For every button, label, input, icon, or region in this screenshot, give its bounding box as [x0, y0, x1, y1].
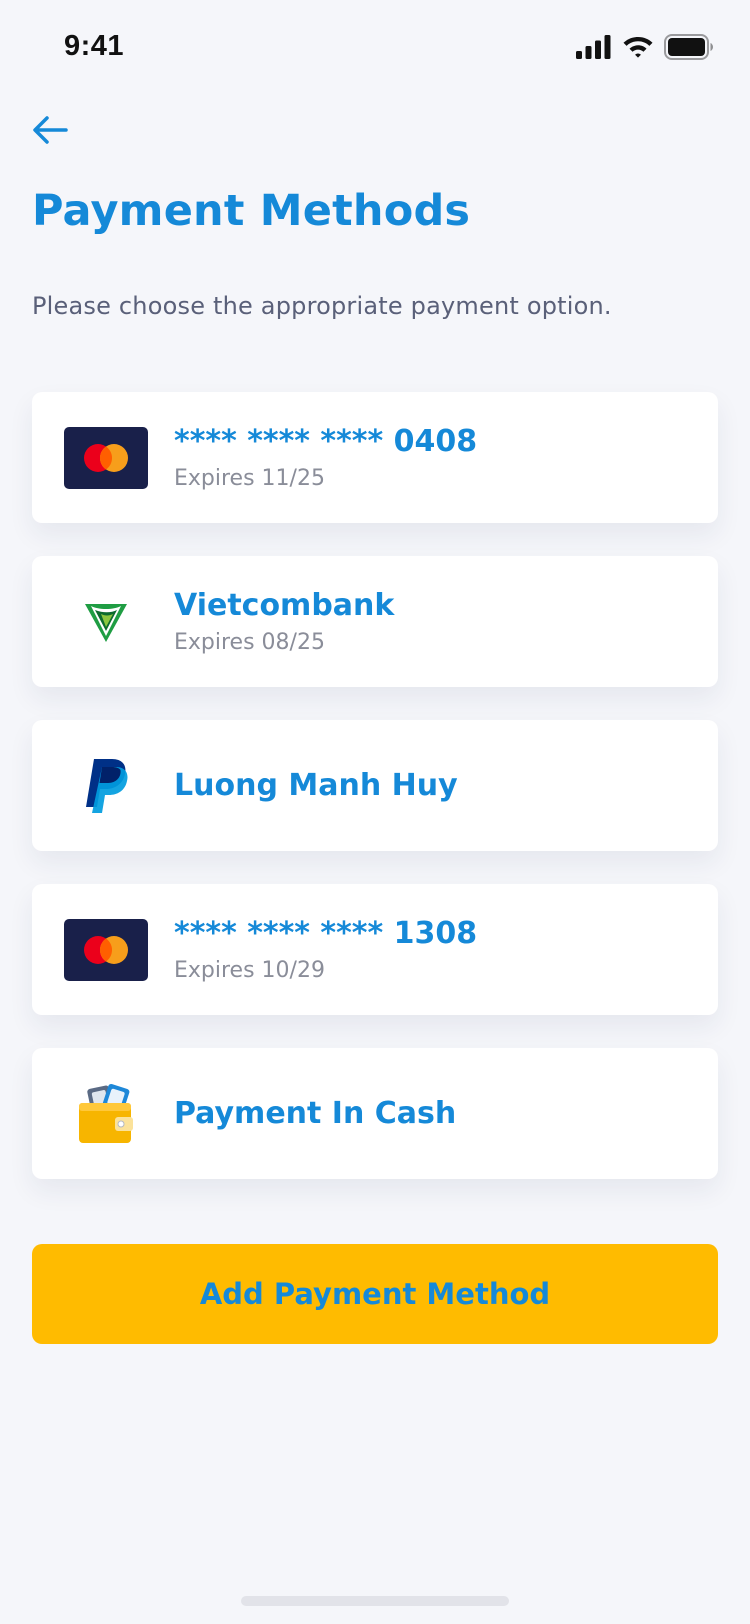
arrow-left-icon: [33, 116, 68, 144]
wallet-cash-icon: [79, 1083, 133, 1143]
home-indicator: [241, 1596, 509, 1606]
payment-method-card-0408[interactable]: **** **** **** 0408 Expires 11/25: [32, 392, 718, 523]
battery-icon: [664, 34, 713, 60]
wifi-icon: [623, 37, 653, 58]
page-title: Payment Methods: [32, 186, 471, 236]
payment-method-cash[interactable]: Payment In Cash: [32, 1048, 718, 1179]
method-title: Luong Manh Huy: [174, 767, 458, 803]
payment-methods-list: **** **** **** 0408 Expires 11/25 Vietco…: [32, 392, 718, 1212]
method-icon-container: [64, 754, 148, 818]
payment-method-paypal[interactable]: Luong Manh Huy: [32, 720, 718, 851]
status-bar: 9:41: [0, 0, 750, 90]
method-icon-container: [64, 1082, 148, 1146]
method-title: Payment In Cash: [174, 1095, 457, 1131]
mastercard-icon: [64, 426, 148, 489]
method-icon-container: [64, 918, 148, 982]
method-text: Payment In Cash: [174, 1095, 456, 1133]
method-title: **** **** **** 0408: [174, 423, 478, 459]
method-text: Vietcombank Expires 08/25: [174, 587, 394, 657]
method-text: **** **** **** 0408 Expires 11/25: [174, 423, 477, 493]
method-title: **** **** **** 1308: [174, 915, 478, 951]
method-expiry: Expires 10/29: [174, 957, 325, 983]
status-time: 9:41: [64, 30, 125, 62]
mastercard-icon: [64, 918, 148, 981]
method-icon-container: [64, 590, 148, 654]
payment-method-card-1308[interactable]: **** **** **** 1308 Expires 10/29: [32, 884, 718, 1015]
method-title: Vietcombank: [174, 587, 395, 623]
back-button[interactable]: [26, 106, 74, 154]
paypal-logo-icon: [86, 758, 128, 813]
method-expiry: Expires 11/25: [174, 465, 325, 491]
method-expiry: Expires 08/25: [174, 629, 325, 655]
method-text: **** **** **** 1308 Expires 10/29: [174, 915, 477, 985]
cellular-signal-icon: [576, 35, 611, 59]
status-icons: [576, 34, 714, 60]
page-subtitle: Please choose the appropriate payment op…: [32, 292, 612, 320]
method-icon-container: [64, 426, 148, 490]
payment-method-vietcombank[interactable]: Vietcombank Expires 08/25: [32, 556, 718, 687]
add-payment-method-button[interactable]: Add Payment Method: [32, 1244, 718, 1344]
vietcombank-logo-icon: [85, 603, 127, 642]
method-text: Luong Manh Huy: [174, 767, 458, 805]
